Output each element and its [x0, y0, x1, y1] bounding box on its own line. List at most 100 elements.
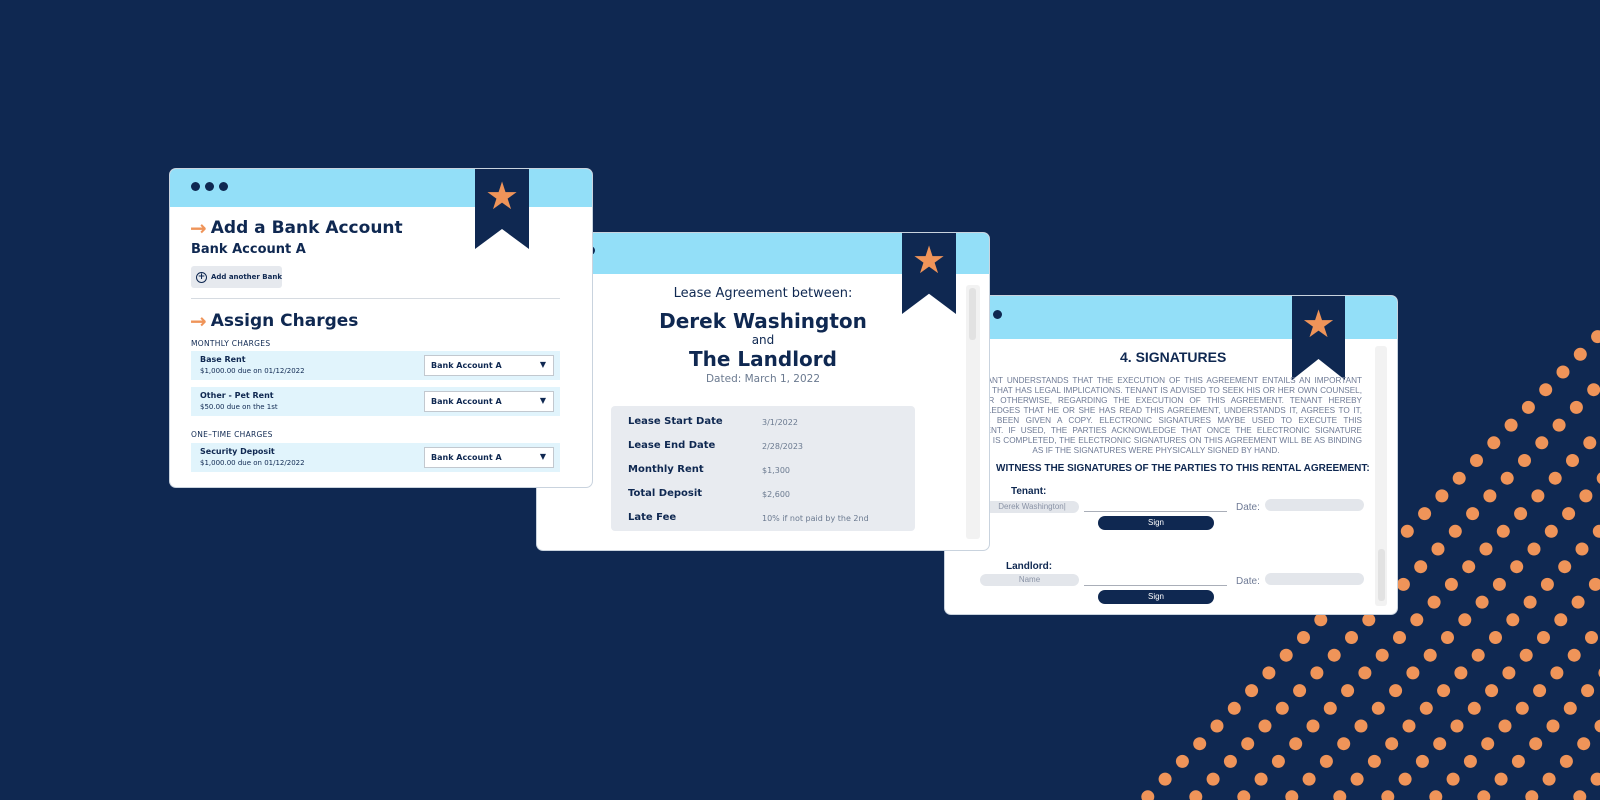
- and-text: and: [751, 333, 775, 347]
- window-dot-icon: [993, 310, 1002, 319]
- pattern-dot: [1581, 684, 1595, 698]
- signature-disclaimer: THE TENANT UNDERSTANDS THAT THE EXECUTIO…: [950, 376, 1362, 455]
- table-row: Total Deposit $2,600: [628, 488, 790, 499]
- pattern-dot: [1279, 648, 1293, 662]
- pattern-dot: [1306, 719, 1320, 733]
- pattern-dot: [1521, 400, 1535, 414]
- term-value: 3/1/2022: [762, 418, 798, 427]
- pattern-dot: [1590, 772, 1600, 786]
- tenant-name-input[interactable]: Derek Washington|: [985, 501, 1079, 513]
- pattern-dot: [1245, 684, 1259, 698]
- scrollbar[interactable]: [1375, 346, 1387, 606]
- landlord-name-input[interactable]: Name: [980, 574, 1079, 586]
- pattern-dot: [1492, 577, 1506, 591]
- scrollbar-thumb[interactable]: [969, 288, 976, 340]
- pattern-dot: [1419, 701, 1433, 715]
- pattern-dot: [1510, 560, 1524, 574]
- charge-title: Other - Pet Rent: [200, 391, 274, 400]
- landlord-date-input[interactable]: [1265, 573, 1364, 585]
- charge-detail: $50.00 due on the 1st: [200, 403, 278, 411]
- pattern-dot: [1592, 524, 1600, 538]
- tenant-date-input[interactable]: [1265, 499, 1364, 511]
- add-another-bank-button[interactable]: + Add another Bank: [191, 266, 282, 288]
- pattern-dot: [1531, 489, 1545, 503]
- section-title-text: Add a Bank Account: [210, 218, 403, 238]
- lease-intro: Lease Agreement between:: [673, 286, 853, 301]
- term-value: 10% if not paid by the 2nd: [762, 514, 869, 523]
- pattern-dot: [1437, 684, 1451, 698]
- pattern-dot: [1285, 790, 1299, 800]
- charge-title: Security Deposit: [200, 447, 275, 456]
- arrow-right-icon: →: [190, 309, 207, 333]
- pattern-dot: [1567, 648, 1581, 662]
- pattern-dot: [1539, 383, 1553, 397]
- term-value: $1,300: [762, 466, 790, 475]
- pattern-dot: [1494, 772, 1508, 786]
- pattern-dot: [1446, 772, 1460, 786]
- plus-circle-icon: +: [196, 271, 207, 283]
- pattern-dot: [1563, 701, 1577, 715]
- pattern-dot: [1588, 577, 1600, 591]
- pattern-dot: [1562, 507, 1576, 521]
- term-label: Lease End Date: [628, 440, 716, 451]
- landlord-signature-line[interactable]: [1084, 585, 1227, 586]
- pattern-dot: [1429, 790, 1443, 800]
- window-dot-icon: [205, 182, 214, 191]
- pattern-dot: [1297, 631, 1310, 644]
- table-row: Late Fee 10% if not paid by the 2nd: [628, 512, 869, 523]
- pattern-dot: [1546, 719, 1560, 733]
- pattern-dot: [1489, 631, 1502, 644]
- pattern-dot: [1544, 524, 1558, 538]
- witness-heading: WITNESS THE SIGNATURES OF THE PARTIES TO…: [996, 463, 1370, 474]
- pattern-dot: [1323, 701, 1337, 715]
- party-landlord: The Landlord: [689, 347, 837, 371]
- pattern-dot: [1475, 595, 1489, 609]
- pattern-dot: [1241, 737, 1255, 751]
- tenant-signature-line[interactable]: [1084, 511, 1227, 512]
- pattern-dot: [1466, 507, 1480, 521]
- landlord-sign-button[interactable]: Sign: [1098, 590, 1214, 604]
- pattern-dot: [1535, 436, 1549, 450]
- pattern-dot: [1487, 436, 1501, 450]
- pattern-dot: [1414, 560, 1428, 574]
- pattern-dot: [1518, 454, 1531, 467]
- section-title-assign-charges: → Assign Charges: [190, 309, 358, 333]
- pattern-dot: [1444, 577, 1458, 591]
- pattern-dot: [1433, 737, 1447, 751]
- pattern-dot: [1569, 400, 1583, 414]
- pattern-dot: [1389, 684, 1403, 698]
- scrollbar-thumb[interactable]: [1378, 549, 1385, 601]
- pattern-dot: [1431, 542, 1445, 556]
- pattern-dot: [1583, 436, 1597, 450]
- account-select[interactable]: Bank Account A ▼: [424, 391, 554, 412]
- divider: [191, 298, 560, 299]
- pattern-dot: [1515, 701, 1529, 715]
- pattern-dot: [1210, 719, 1224, 733]
- pattern-dot: [1385, 737, 1399, 751]
- bank-account-name: Bank Account A: [191, 242, 306, 257]
- caret-down-icon: ▼: [539, 360, 546, 369]
- pattern-dot: [1462, 560, 1476, 574]
- pattern-dot: [1158, 772, 1172, 786]
- pattern-dot: [1540, 577, 1554, 591]
- bookmark-ribbon-icon: ★: [902, 233, 956, 314]
- tenant-sign-button[interactable]: Sign: [1098, 516, 1214, 530]
- pattern-dot: [1223, 754, 1237, 768]
- account-select[interactable]: Bank Account A ▼: [424, 447, 554, 468]
- select-value: Bank Account A: [431, 453, 502, 462]
- pattern-dot: [1441, 631, 1454, 644]
- account-select[interactable]: Bank Account A ▼: [424, 355, 554, 376]
- pattern-dot: [1227, 701, 1241, 715]
- pattern-dot: [1481, 737, 1495, 751]
- pattern-dot: [1585, 631, 1598, 644]
- pattern-dot: [1396, 577, 1410, 591]
- pattern-dot: [1337, 737, 1351, 751]
- pattern-dot: [1237, 790, 1251, 800]
- pattern-dot: [1310, 666, 1324, 680]
- scrollbar[interactable]: [966, 285, 980, 539]
- pattern-dot: [1498, 719, 1512, 733]
- monthly-charges-label: MONTHLY CHARGES: [191, 339, 271, 348]
- pattern-dot: [1504, 418, 1518, 432]
- pattern-dot: [1485, 684, 1499, 698]
- caret-down-icon: ▼: [539, 452, 546, 461]
